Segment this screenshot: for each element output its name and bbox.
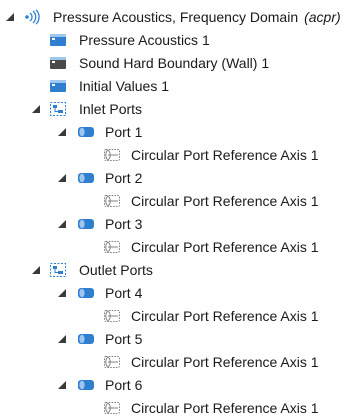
acoustics-icon	[23, 9, 41, 25]
tree-node-label: Circular Port Reference Axis 1	[131, 193, 319, 209]
group-icon	[49, 262, 67, 278]
tree-node-label: Pressure Acoustics, Frequency Domain (acp…	[53, 9, 341, 26]
collapse-arrow-icon[interactable]	[5, 12, 15, 22]
port-icon	[77, 170, 95, 186]
tree-node-label: Port 5	[105, 331, 143, 347]
tree-node-physics-interface[interactable]: Pressure Acoustics, Frequency Domain (acp…	[0, 6, 361, 29]
port-reference-axis-icon	[103, 193, 121, 209]
physics-interface-name: Pressure Acoustics, Frequency Domain	[53, 9, 299, 25]
tree-node-port-2[interactable]: Port 2	[0, 167, 361, 190]
tree-node-port-reference-axis[interactable]: Circular Port Reference Axis 1	[0, 397, 361, 420]
collapse-arrow-icon[interactable]	[57, 288, 67, 298]
tree-node-label: Pressure Acoustics 1	[79, 32, 210, 48]
collapse-arrow-icon[interactable]	[57, 127, 67, 137]
tree-node-port-reference-axis[interactable]: Circular Port Reference Axis 1	[0, 190, 361, 213]
tree-node-port-6[interactable]: Port 6	[0, 374, 361, 397]
collapse-arrow-icon[interactable]	[57, 173, 67, 183]
tree-node-label: Port 1	[105, 124, 143, 140]
collapse-arrow-icon[interactable]	[31, 104, 41, 114]
collapse-arrow-icon[interactable]	[31, 265, 41, 275]
tree-node-port-reference-axis[interactable]: Circular Port Reference Axis 1	[0, 236, 361, 259]
tree-node-label: Circular Port Reference Axis 1	[131, 147, 319, 163]
tree-node-port-5[interactable]: Port 5	[0, 328, 361, 351]
port-reference-axis-icon	[103, 400, 121, 416]
tree-node-port-3[interactable]: Port 3	[0, 213, 361, 236]
tree-node-label: Sound Hard Boundary (Wall) 1	[79, 55, 270, 71]
tree-node-port-4[interactable]: Port 4	[0, 282, 361, 305]
tree-node-sound-hard-boundary[interactable]: Sound Hard Boundary (Wall) 1	[0, 52, 361, 75]
collapse-arrow-icon[interactable]	[57, 219, 67, 229]
domain-feature-icon	[49, 32, 67, 48]
port-icon	[77, 216, 95, 232]
tree-node-initial-values[interactable]: Initial Values 1	[0, 75, 361, 98]
tree-node-label: Circular Port Reference Axis 1	[131, 239, 319, 255]
port-reference-axis-icon	[103, 239, 121, 255]
tree-node-label: Port 2	[105, 170, 143, 186]
collapse-arrow-icon[interactable]	[57, 380, 67, 390]
tree-node-label: Outlet Ports	[79, 262, 153, 278]
tree-node-label: Inlet Ports	[79, 101, 143, 117]
domain-feature-icon	[49, 78, 67, 94]
port-icon	[77, 124, 95, 140]
model-tree: { "tree": { "root": { "label": "Pressure…	[0, 0, 361, 420]
tree-node-outlet-ports[interactable]: Outlet Ports	[0, 259, 361, 282]
collapse-arrow-icon[interactable]	[57, 334, 67, 344]
physics-interface-tag: (acpr)	[304, 9, 341, 25]
tree-node-label: Port 4	[105, 285, 143, 301]
tree-node-port-reference-axis[interactable]: Circular Port Reference Axis 1	[0, 351, 361, 374]
tree-node-port-1[interactable]: Port 1	[0, 121, 361, 144]
tree-node-port-reference-axis[interactable]: Circular Port Reference Axis 1	[0, 305, 361, 328]
tree-node-label: Initial Values 1	[79, 78, 170, 94]
tree-node-pressure-acoustics[interactable]: Pressure Acoustics 1	[0, 29, 361, 52]
port-icon	[77, 285, 95, 301]
tree-node-label: Circular Port Reference Axis 1	[131, 400, 319, 416]
tree-node-label: Port 3	[105, 216, 143, 232]
port-reference-axis-icon	[103, 308, 121, 324]
tree-node-label: Circular Port Reference Axis 1	[131, 354, 319, 370]
port-icon	[77, 377, 95, 393]
tree-node-port-reference-axis[interactable]: Circular Port Reference Axis 1	[0, 144, 361, 167]
boundary-feature-icon	[49, 55, 67, 71]
port-icon	[77, 331, 95, 347]
group-icon	[49, 101, 67, 117]
tree-node-label: Circular Port Reference Axis 1	[131, 308, 319, 324]
port-reference-axis-icon	[103, 354, 121, 370]
tree-node-label: Port 6	[105, 377, 143, 393]
tree-node-inlet-ports[interactable]: Inlet Ports	[0, 98, 361, 121]
port-reference-axis-icon	[103, 147, 121, 163]
